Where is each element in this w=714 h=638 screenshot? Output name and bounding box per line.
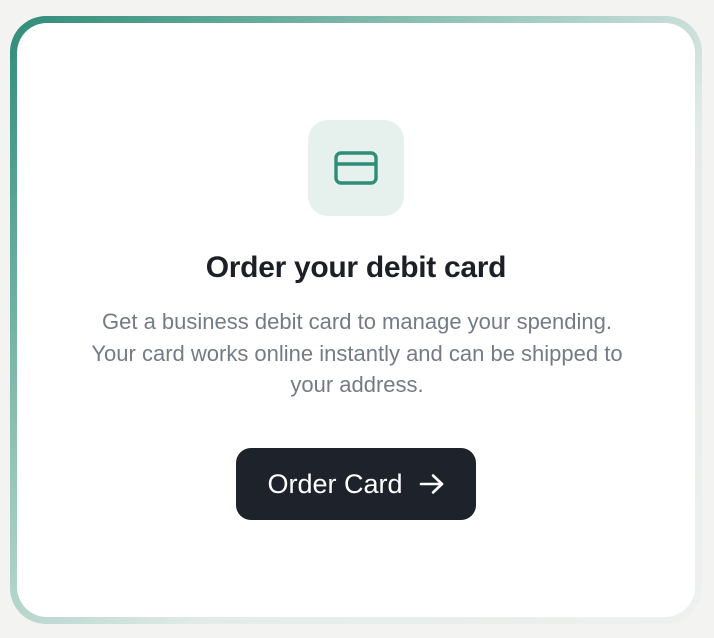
credit-card-icon (334, 151, 378, 185)
card-title: Order your debit card (205, 251, 507, 284)
arrow-right-icon (419, 473, 445, 495)
card-description: Get a business debit card to manage your… (91, 309, 623, 397)
order-card-button-label: Order Card (267, 468, 403, 499)
card-gradient-border: Order your debit card Get a business deb… (10, 16, 702, 624)
order-debit-card-panel: Order your debit card Get a business deb… (17, 23, 695, 617)
order-card-button[interactable]: Order Card (236, 448, 476, 520)
card-icon-tile (308, 120, 404, 216)
